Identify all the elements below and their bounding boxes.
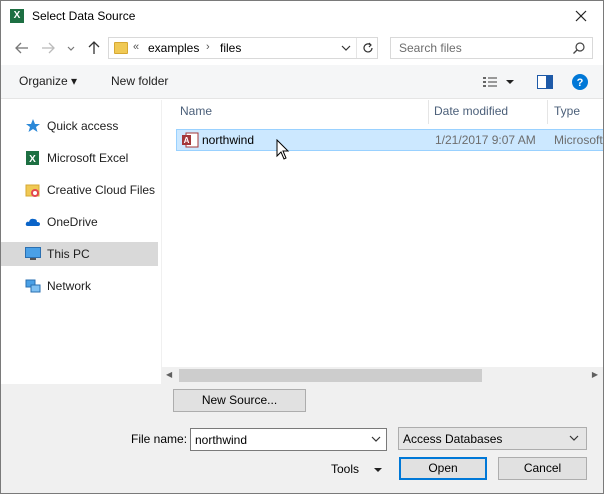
refresh-button[interactable] [361, 41, 375, 58]
address-dropdown-button[interactable] [340, 42, 352, 57]
breadcrumb-examples[interactable]: examples [148, 41, 199, 55]
arrow-left-icon [15, 42, 28, 54]
chevron-down-icon [371, 436, 381, 442]
file-name-combo[interactable] [190, 428, 387, 451]
sidebar-item-label: Network [47, 279, 92, 293]
breadcrumb-overflow[interactable]: « [133, 41, 139, 53]
sidebar-item-microsoft-excel[interactable]: X Microsoft Excel [1, 146, 158, 170]
svg-text:?: ? [577, 77, 584, 89]
sidebar-item-onedrive[interactable]: OneDrive [1, 210, 158, 234]
access-database-icon: A [181, 132, 199, 148]
close-icon [575, 10, 587, 22]
sidebar-item-label: Creative Cloud Files [47, 183, 156, 197]
caret-down-icon [374, 468, 382, 472]
address-bar[interactable]: « examples › files [108, 37, 378, 59]
help-icon: ? [572, 74, 588, 90]
this-pc-icon [25, 247, 41, 261]
file-type-value: Access Databases [403, 432, 503, 446]
file-type-dropdown-button[interactable] [568, 432, 580, 447]
back-button[interactable] [13, 39, 31, 57]
file-type-cell: Microsoft [554, 133, 603, 147]
scroll-right-icon[interactable]: ▶ [592, 370, 598, 379]
forward-button[interactable] [39, 39, 57, 57]
details-view-icon [483, 77, 514, 87]
sidebar-item-label: This PC [47, 247, 90, 261]
window-title: Select Data Source [32, 9, 136, 23]
sidebar-item-label: OneDrive [47, 215, 98, 229]
breadcrumb-files[interactable]: files [220, 41, 241, 55]
svg-text:A: A [184, 136, 190, 145]
cancel-button[interactable]: Cancel [498, 457, 587, 480]
file-row-northwind[interactable]: A northwind 1/21/2017 9:07 AM Microsoft [176, 129, 603, 151]
refresh-icon [363, 42, 373, 53]
search-input[interactable] [391, 38, 571, 58]
mouse-cursor-icon [276, 139, 290, 160]
preview-pane-icon [537, 75, 553, 89]
excel-app-icon: X [10, 9, 24, 23]
new-folder-button[interactable]: New folder [111, 74, 168, 88]
search-button[interactable] [572, 41, 586, 58]
creative-cloud-folder-icon [25, 183, 41, 197]
file-name-dropdown-button[interactable] [370, 433, 382, 448]
file-name-input[interactable] [191, 429, 361, 450]
change-view-button[interactable] [482, 76, 516, 91]
sidebar-item-label: Quick access [47, 119, 119, 133]
file-type-select[interactable]: Access Databases [398, 427, 587, 450]
file-name-label: File name: [131, 432, 188, 446]
new-source-button[interactable]: New Source... [173, 389, 306, 412]
navigation-pane: Quick access X Microsoft Excel Creative … [1, 100, 159, 383]
preview-pane-button[interactable] [537, 75, 553, 92]
up-button[interactable] [85, 39, 103, 57]
close-button[interactable] [569, 5, 593, 27]
column-header-date-modified[interactable]: Date modified [428, 100, 548, 124]
folder-icon [114, 42, 128, 54]
open-button[interactable]: Open [399, 457, 487, 480]
tools-label: Tools [331, 462, 360, 476]
sidebar-item-network[interactable]: Network [1, 274, 158, 298]
organize-button[interactable]: Organize ▾ [19, 74, 77, 88]
network-icon [25, 279, 41, 293]
scrollbar-thumb[interactable] [179, 369, 482, 382]
horizontal-scrollbar[interactable]: ◀ ▶ [161, 367, 603, 384]
svg-text:X: X [29, 154, 36, 165]
chevron-down-icon [569, 435, 579, 441]
sidebar-item-creative-cloud-files[interactable]: Creative Cloud Files [1, 178, 158, 202]
search-box[interactable] [390, 37, 593, 59]
chevron-down-icon [67, 46, 75, 51]
command-bar: Organize ▾ New folder ? [1, 65, 603, 99]
file-list: ^ Name Date modified Type A northwind 1/… [161, 100, 603, 368]
sidebar-item-quick-access[interactable]: Quick access [1, 114, 158, 138]
column-header-name[interactable]: Name [174, 100, 429, 124]
arrow-up-icon [88, 41, 100, 54]
file-name-cell: northwind [202, 133, 255, 147]
chevron-down-icon [341, 45, 351, 51]
sidebar-item-label: Microsoft Excel [47, 151, 129, 165]
arrow-right-icon [42, 42, 55, 54]
quick-access-star-icon [25, 119, 41, 133]
sidebar-item-this-pc[interactable]: This PC [1, 242, 158, 266]
help-button[interactable]: ? [572, 74, 588, 93]
file-date-cell: 1/21/2017 9:07 AM [435, 133, 536, 147]
navigation-row: « examples › files [1, 33, 603, 63]
onedrive-cloud-icon [25, 215, 41, 229]
scroll-left-icon[interactable]: ◀ [166, 370, 172, 379]
tools-button[interactable]: Tools [331, 462, 382, 476]
column-header-type[interactable]: Type [548, 100, 603, 124]
address-divider [356, 38, 357, 58]
recent-locations-button[interactable] [65, 39, 77, 57]
title-bar: X Select Data Source [1, 1, 603, 31]
excel-icon: X [25, 151, 41, 165]
dialog-window: X Select Data Source « examples › files … [0, 0, 604, 494]
search-icon [573, 42, 585, 54]
dialog-footer: New Source... File name: Access Database… [1, 384, 603, 493]
breadcrumb-separator-icon[interactable]: › [206, 41, 210, 53]
